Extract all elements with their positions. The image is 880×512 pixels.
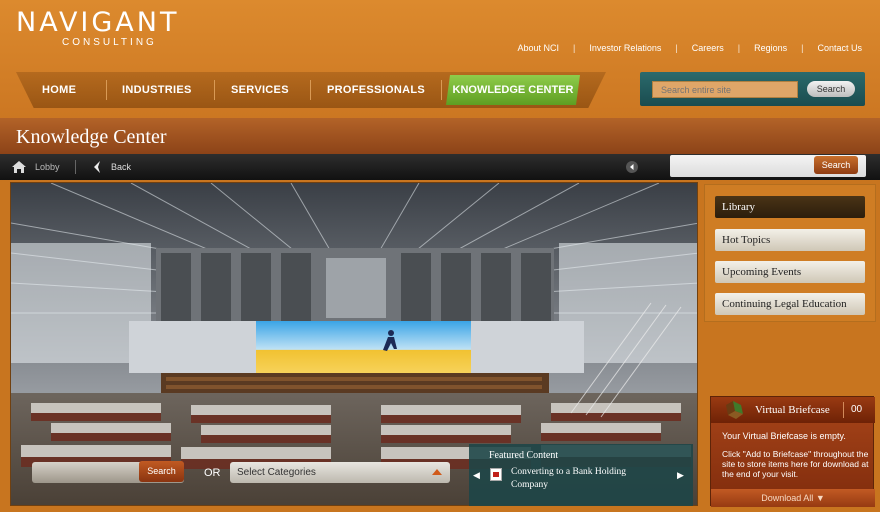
back-link[interactable]: Back <box>111 162 131 172</box>
select-arrow-icon <box>432 469 442 475</box>
link-separator: | <box>737 43 741 53</box>
toolbar-separator <box>75 160 76 174</box>
nav-professionals[interactable]: PROFESSIONALS <box>327 72 425 108</box>
nav-separator <box>214 80 215 100</box>
lobby-link[interactable]: Lobby <box>35 162 60 172</box>
category-select-value: Select Categories <box>237 467 316 478</box>
back-arrow-icon[interactable] <box>92 161 102 173</box>
link-regions[interactable]: Regions <box>754 43 787 53</box>
category-select[interactable]: Select Categories <box>230 462 450 483</box>
link-separator: | <box>573 43 576 53</box>
nav-separator <box>310 80 311 100</box>
menu-library[interactable]: Library <box>715 196 865 218</box>
virtual-briefcase: Virtual Briefcase 00 Your Virtual Briefc… <box>710 396 875 507</box>
link-investor-relations[interactable]: Investor Relations <box>589 43 661 53</box>
download-arrow-icon: ▼ <box>815 493 825 503</box>
link-contact[interactable]: Contact Us <box>817 43 862 53</box>
page-title: Knowledge Center <box>16 126 167 148</box>
nav-knowledge-center[interactable]: KNOWLEDGE CENTER <box>446 75 580 105</box>
site-header: NAVIGANT CONSULTING About NCI | Investor… <box>0 0 880 118</box>
link-separator: | <box>675 43 678 53</box>
viewer-toolbar: Lobby Back <box>0 154 880 180</box>
site-search-button[interactable]: Search <box>807 81 855 97</box>
briefcase-title: Virtual Briefcase <box>755 404 830 416</box>
navigant-logo[interactable]: NAVIGANT CONSULTING <box>16 7 180 49</box>
utility-links: About NCI | Investor Relations | Careers… <box>517 43 862 53</box>
download-all-label: Download All <box>761 493 814 503</box>
home-icon[interactable] <box>12 161 26 173</box>
featured-content-panel: Featured Content ◀ Converting to a Bank … <box>469 444 693 506</box>
nav-separator <box>441 80 442 100</box>
or-label: OR <box>204 467 221 479</box>
briefcase-empty-message: Your Virtual Briefcase is empty. <box>722 431 846 441</box>
briefcase-instructions: Click "Add to Briefcase" throughout the … <box>722 449 869 479</box>
logo-tagline: CONSULTING <box>62 37 157 48</box>
nav-industries[interactable]: INDUSTRIES <box>122 72 192 108</box>
featured-title: Featured Content <box>489 450 559 461</box>
briefcase-count: 00 <box>851 404 863 415</box>
site-search: Search <box>640 72 865 106</box>
nav-separator <box>106 80 107 100</box>
link-about[interactable]: About NCI <box>517 43 559 53</box>
knowledge-menu: Library Hot Topics Upcoming Events Conti… <box>704 184 876 322</box>
menu-hot-topics[interactable]: Hot Topics <box>715 229 865 251</box>
featured-prev-icon[interactable]: ◀ <box>473 470 480 481</box>
menu-upcoming-events[interactable]: Upcoming Events <box>715 261 865 283</box>
nav-services[interactable]: SERVICES <box>231 72 289 108</box>
featured-next-icon[interactable]: ▶ <box>677 470 684 481</box>
nav-home[interactable]: HOME <box>42 72 76 108</box>
scroll-left-icon[interactable] <box>626 161 638 173</box>
link-careers[interactable]: Careers <box>692 43 724 53</box>
briefcase-separator <box>843 402 844 418</box>
logo-wordmark: NAVIGANT <box>16 7 180 38</box>
menu-continuing-legal-education[interactable]: Continuing Legal Education <box>715 293 865 315</box>
title-bar: Knowledge Center <box>0 118 880 154</box>
site-search-input[interactable] <box>652 81 798 98</box>
link-separator: | <box>801 43 804 53</box>
briefcase-header: Virtual Briefcase 00 <box>711 397 875 423</box>
library-search-button[interactable]: Search <box>139 461 184 482</box>
main-nav: HOME INDUSTRIES SERVICES PROFESSIONALS K… <box>16 72 606 108</box>
toolbar-search-button[interactable]: Search <box>814 156 858 174</box>
pdf-icon <box>490 468 502 481</box>
featured-item-link[interactable]: Converting to a Bank Holding Company <box>511 466 651 492</box>
download-all-button[interactable]: Download All ▼ <box>711 489 875 507</box>
briefcase-chair-icon <box>726 401 743 419</box>
